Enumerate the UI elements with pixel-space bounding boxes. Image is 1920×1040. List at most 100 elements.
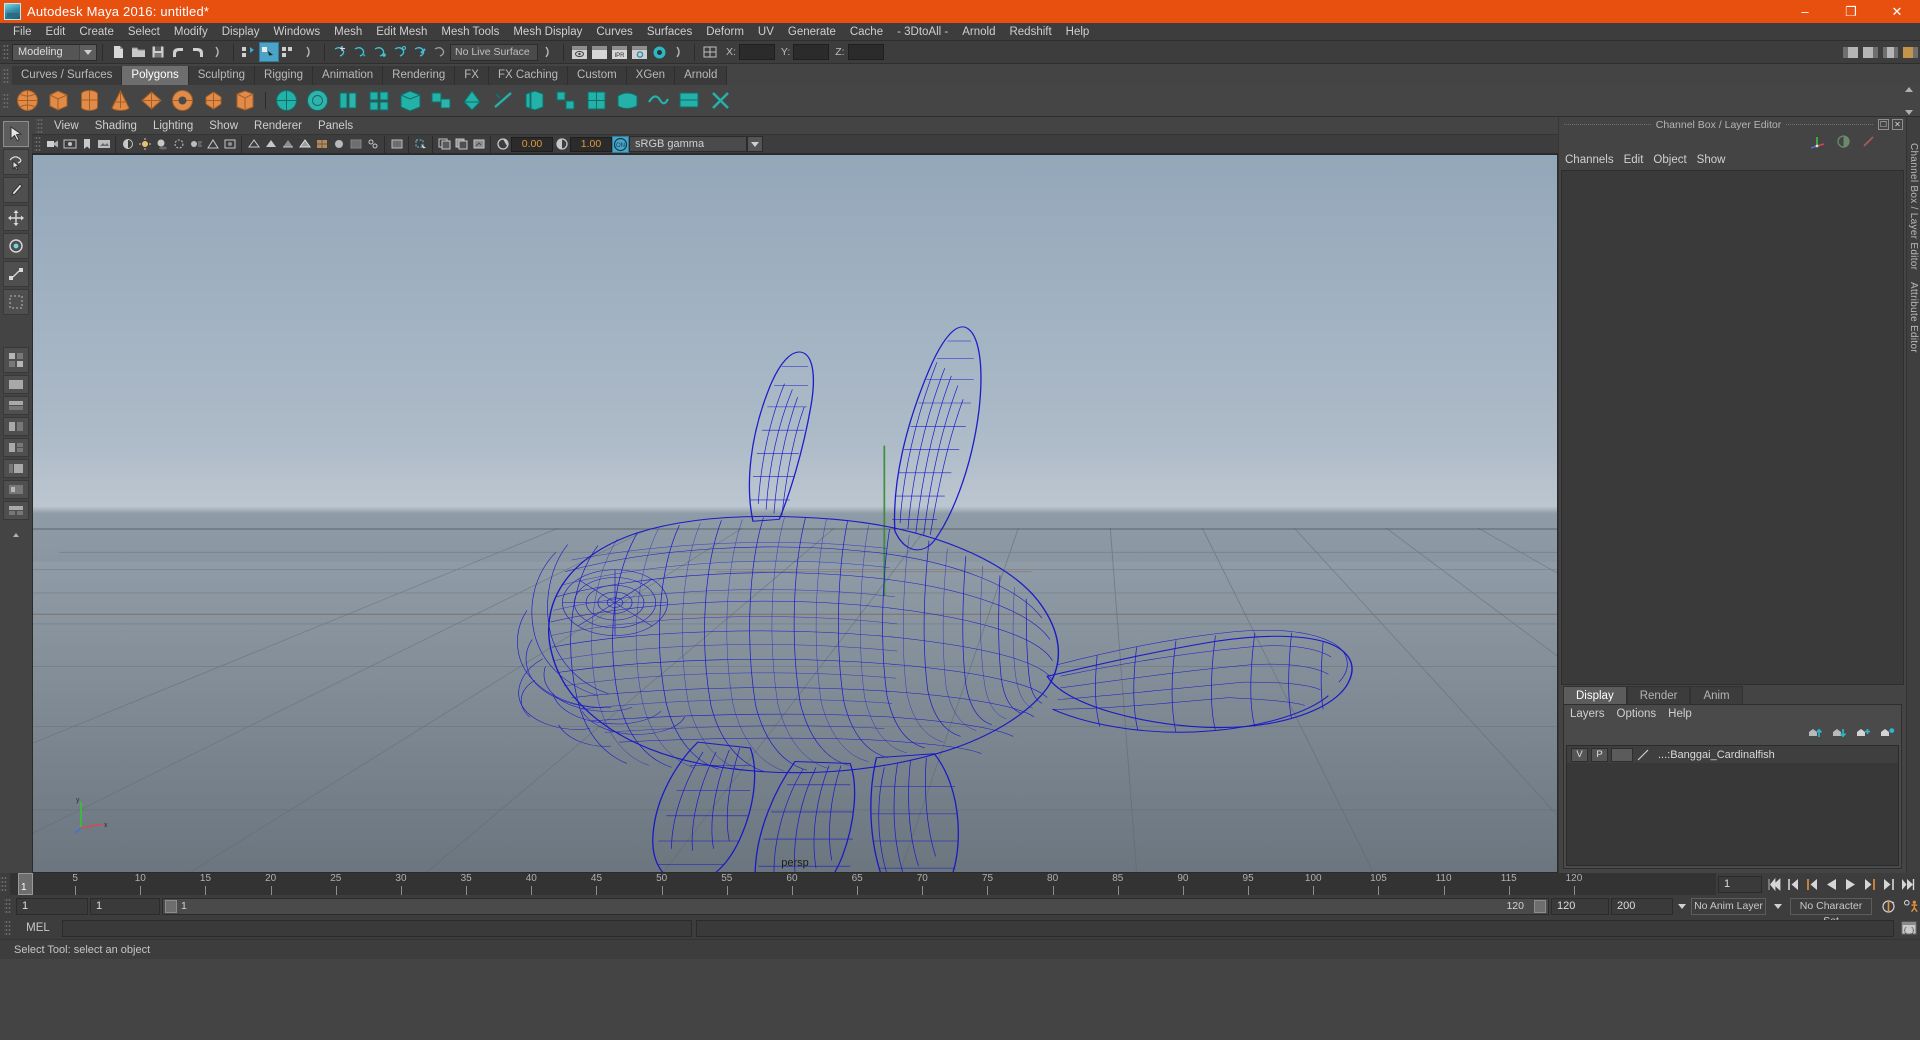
layout-hypershade-button[interactable] bbox=[3, 480, 29, 499]
highlight-icon[interactable] bbox=[1861, 134, 1876, 149]
smooth-shade-selected-icon[interactable] bbox=[279, 136, 296, 153]
render-current-frame-icon[interactable] bbox=[569, 42, 589, 62]
menu-windows[interactable]: Windows bbox=[266, 23, 327, 41]
menu-mesh[interactable]: Mesh bbox=[327, 23, 369, 41]
command-line-input[interactable] bbox=[62, 919, 692, 937]
snap-to-view-planes-icon[interactable] bbox=[410, 42, 430, 62]
panel-menu-renderer[interactable]: Renderer bbox=[246, 120, 310, 132]
create-empty-layer-icon[interactable] bbox=[1856, 727, 1871, 739]
shadows-icon[interactable] bbox=[153, 136, 170, 153]
move-layer-up-icon[interactable] bbox=[1808, 727, 1823, 739]
go-to-start-icon[interactable] bbox=[1766, 876, 1783, 893]
multisample-aa-icon[interactable] bbox=[204, 136, 221, 153]
manipulator-icon[interactable] bbox=[1809, 134, 1826, 149]
render-settings-icon[interactable] bbox=[629, 42, 649, 62]
menu-help[interactable]: Help bbox=[1059, 23, 1097, 41]
layout-expand-icon[interactable] bbox=[3, 522, 29, 548]
menu-mesh-display[interactable]: Mesh Display bbox=[506, 23, 589, 41]
save-scene-icon[interactable] bbox=[148, 42, 168, 62]
panel-menu-view[interactable]: View bbox=[46, 120, 87, 132]
channel-box-menu-channels[interactable]: Channels bbox=[1565, 154, 1624, 166]
color-management-toggle[interactable]: ON bbox=[612, 135, 629, 153]
menuset-selector[interactable]: Modeling bbox=[12, 43, 97, 61]
show-hide-modeling-toolkit-icon[interactable] bbox=[1840, 42, 1860, 62]
layout-four-view-button[interactable] bbox=[3, 347, 29, 373]
menu-deform[interactable]: Deform bbox=[699, 23, 751, 41]
current-frame-field[interactable]: 1 bbox=[1718, 875, 1762, 893]
polygon-cube-icon[interactable] bbox=[45, 87, 72, 114]
layer-row[interactable]: V P ...:Banggai_Cardinalfish bbox=[1567, 746, 1898, 763]
lasso-select-tool-button[interactable] bbox=[3, 149, 29, 175]
menu-select[interactable]: Select bbox=[121, 23, 167, 41]
ambient-occlusion-icon[interactable] bbox=[170, 136, 187, 153]
menu-display[interactable]: Display bbox=[215, 23, 267, 41]
smooth-icon[interactable] bbox=[304, 87, 331, 114]
snap-to-grid-icon[interactable] bbox=[330, 42, 350, 62]
image-plane-icon[interactable] bbox=[95, 136, 112, 153]
time-slider-playhead[interactable]: 1 bbox=[18, 873, 33, 895]
polygon-prism-icon[interactable] bbox=[200, 87, 227, 114]
animation-start-time-field[interactable]: 1 bbox=[16, 897, 88, 915]
insert-edge-loop-icon[interactable] bbox=[521, 87, 548, 114]
viewport-3d[interactable]: y x persp bbox=[32, 154, 1558, 873]
maximize-button[interactable]: ❐ bbox=[1828, 0, 1874, 23]
character-set-selector[interactable]: No Character Set bbox=[1790, 897, 1872, 927]
range-end-handle[interactable] bbox=[1534, 899, 1546, 913]
range-slider-grip[interactable] bbox=[4, 897, 11, 915]
panel-menu-grip[interactable] bbox=[36, 116, 43, 135]
paint-select-tool-button[interactable] bbox=[3, 177, 29, 203]
shelf-tab-arnold[interactable]: Arnold bbox=[675, 66, 728, 85]
all-lights-icon[interactable] bbox=[136, 136, 153, 153]
polygon-sphere-icon[interactable] bbox=[14, 87, 41, 114]
snap-to-projected-center-icon[interactable] bbox=[390, 42, 410, 62]
mesh-display-icon[interactable] bbox=[676, 87, 703, 114]
new-scene-icon[interactable] bbox=[108, 42, 128, 62]
redo-icon[interactable] bbox=[188, 42, 208, 62]
command-line-grip[interactable] bbox=[4, 919, 11, 937]
animation-end-time-field[interactable]: 200 bbox=[1611, 897, 1673, 915]
layer-menu-help[interactable]: Help bbox=[1668, 708, 1704, 720]
channel-box-menu-show[interactable]: Show bbox=[1697, 154, 1736, 166]
layout-three-panes-button[interactable] bbox=[3, 438, 29, 457]
playback-end-time-field[interactable]: 120 bbox=[1551, 897, 1609, 915]
polygon-cone-icon[interactable] bbox=[107, 87, 134, 114]
wireframe-shading-icon[interactable] bbox=[245, 136, 262, 153]
shelf-tab-fx[interactable]: FX bbox=[455, 66, 489, 85]
menu-curves[interactable]: Curves bbox=[589, 23, 639, 41]
color-profile-chevron-down-icon[interactable] bbox=[747, 136, 763, 152]
toggle-input-fields-icon[interactable] bbox=[700, 42, 720, 62]
menu-edit[interactable]: Edit bbox=[39, 23, 73, 41]
rotate-tool-button[interactable] bbox=[3, 233, 29, 259]
panel-menu-panels[interactable]: Panels bbox=[310, 120, 361, 132]
delete-history-icon[interactable] bbox=[707, 87, 734, 114]
scale-tool-button[interactable] bbox=[3, 261, 29, 287]
shelf-tab-fx-caching[interactable]: FX Caching bbox=[488, 66, 569, 85]
screenspace-ao-icon[interactable] bbox=[221, 136, 238, 153]
polygon-torus-icon[interactable] bbox=[169, 87, 196, 114]
z-coord-field[interactable] bbox=[847, 44, 884, 60]
shelf-tab-rigging[interactable]: Rigging bbox=[255, 66, 314, 85]
toggle-shading-icon[interactable] bbox=[1836, 134, 1851, 149]
expand-snap-icon[interactable] bbox=[538, 42, 558, 62]
panel-menu-lighting[interactable]: Lighting bbox=[145, 120, 201, 132]
bookmark-icon[interactable] bbox=[78, 136, 95, 153]
menu-uv[interactable]: UV bbox=[751, 23, 781, 41]
animation-preferences-icon[interactable] bbox=[1903, 898, 1920, 915]
undo-icon[interactable] bbox=[168, 42, 188, 62]
menu-surfaces[interactable]: Surfaces bbox=[640, 23, 699, 41]
film-gate-icon[interactable] bbox=[453, 136, 470, 153]
layout-outliner-persp-button[interactable] bbox=[3, 459, 29, 478]
bridge-icon[interactable] bbox=[397, 87, 424, 114]
exposure-icon[interactable] bbox=[494, 136, 511, 153]
shelf-grip[interactable] bbox=[2, 67, 9, 85]
shelf-scroll-arrows[interactable] bbox=[1905, 87, 1918, 115]
shelf-tab-xgen[interactable]: XGen bbox=[626, 66, 676, 85]
bevel-icon[interactable] bbox=[366, 87, 393, 114]
last-tool-button[interactable] bbox=[3, 289, 29, 315]
shelf-scroll-down-icon[interactable] bbox=[1905, 110, 1913, 115]
layer-tab-display[interactable]: Display bbox=[1563, 686, 1627, 704]
shelf-tab-curves-surfaces[interactable]: Curves / Surfaces bbox=[12, 66, 123, 85]
create-layer-from-selected-icon[interactable] bbox=[1880, 727, 1895, 739]
layout-persp-graph-button[interactable] bbox=[3, 501, 29, 520]
expand-selection-modes-icon[interactable] bbox=[299, 42, 319, 62]
